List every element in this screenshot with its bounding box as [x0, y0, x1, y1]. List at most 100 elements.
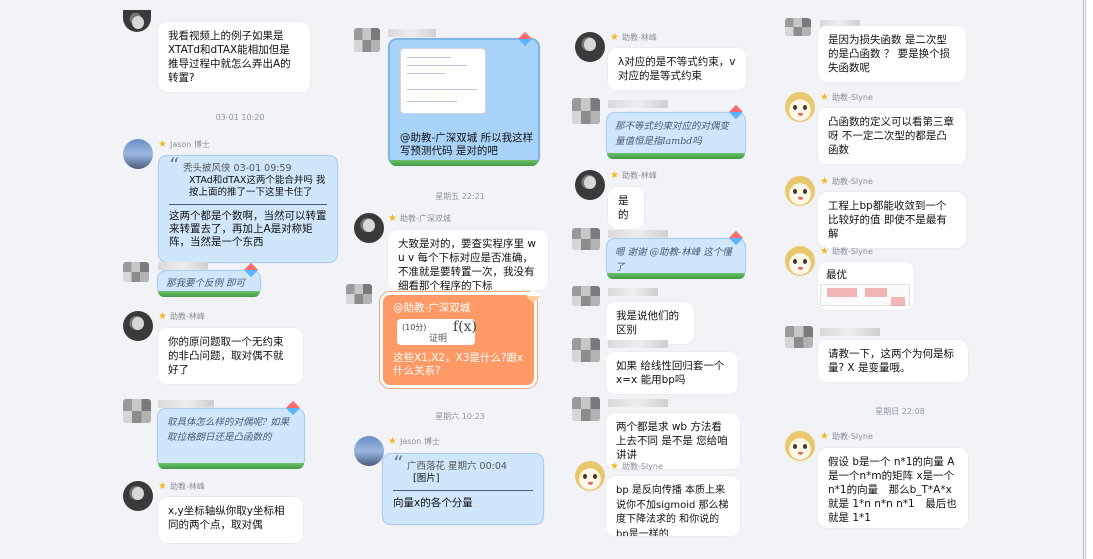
- message-bubble: 是因为损失函数 是二次型的是凸函数 ？ 要是换个损失函数呢: [818, 26, 966, 82]
- quote-author: 广西落花 星期六 00:04: [407, 461, 507, 472]
- star-icon: ★: [820, 245, 829, 257]
- avatar[interactable]: [123, 262, 149, 282]
- avatar[interactable]: [785, 326, 813, 348]
- sender-name-text: Jason 博士: [399, 437, 440, 446]
- avatar[interactable]: [354, 436, 384, 466]
- avatar[interactable]: [123, 139, 153, 169]
- sender-name: ★ 助教-林峰: [610, 32, 657, 43]
- message-bubble: 我看视频上的例子如果是XTATd和dTAX能相加但是推导过程中就怎么弄出A的转置…: [158, 22, 310, 92]
- image-text: 证明: [429, 334, 448, 344]
- kite-icon: [285, 400, 301, 416]
- sender-name: ★ 助教-林峰: [158, 311, 205, 322]
- star-icon: ★: [158, 480, 167, 492]
- message-bubble: x,y坐标轴纵你取y坐标相同的两个点，取对偶: [158, 497, 303, 543]
- avatar[interactable]: [575, 32, 605, 62]
- scrollbar[interactable]: [1085, 0, 1093, 559]
- avatar[interactable]: [572, 397, 600, 421]
- message-text: x,y坐标轴纵你取y坐标相同的两个点，取对偶: [168, 505, 285, 531]
- timestamp: 星期六 10:23: [435, 412, 485, 421]
- message-bubble: 那我要个反例 即可: [157, 262, 261, 297]
- timestamp: 03-01 10:20: [215, 113, 265, 122]
- grass-decoration: [607, 153, 745, 159]
- sender-name-text: 助教-林峰: [621, 171, 657, 180]
- message-bubble: 你的原问题取一个无约束的非凸问题，取对偶不就好了: [158, 328, 303, 384]
- avatar[interactable]: [572, 338, 600, 362]
- sender-name: ★ 助教-林峰: [158, 481, 205, 492]
- sender-name-blurred: [608, 288, 658, 296]
- message-bubble: 我是说他们的区别: [606, 302, 694, 344]
- message-bubble: 如果 给线性回归套一个 x=x 能用bp吗: [606, 352, 738, 394]
- message-bubble: @助教-广深双城 所以我这样写预测代码 是对的吧: [388, 31, 540, 166]
- avatar[interactable]: [346, 284, 372, 304]
- sender-name-text: 助教-Slyne: [831, 177, 873, 186]
- message-text: 如果 给线性回归套一个 x=x 能用bp吗: [616, 360, 725, 386]
- sender-name-blurred: [608, 399, 668, 407]
- avatar[interactable]: [785, 431, 815, 461]
- avatar[interactable]: [575, 170, 605, 200]
- message-text: 是因为损失函数 是二次型的是凸函数 ？ 要是换个损失函数呢: [828, 34, 951, 74]
- avatar[interactable]: [123, 481, 153, 511]
- message-bubble: 是的: [608, 187, 644, 229]
- image-attachment[interactable]: [820, 284, 910, 306]
- sender-name-text: 助教-Slyne: [831, 247, 873, 256]
- message-text: 取具体怎么样的对偶呢? 如果取拉格朗日还是凸函数的: [167, 417, 290, 443]
- timestamp: 星期五 22:21: [435, 192, 485, 201]
- message-text: 我看视频上的例子如果是XTATd和dTAX能相加但是推导过程中就怎么弄出A的转置…: [168, 30, 291, 84]
- sender-name-text: 助教-广深双城: [399, 214, 451, 223]
- avatar[interactable]: [123, 399, 151, 423]
- avatar[interactable]: [572, 286, 600, 306]
- message-text: 你的原问题取一个无约束的非凸问题，取对偶不就好了: [168, 336, 284, 376]
- message-text: 这两个都是个数啊，当然可以转置来转置去了，再加上A是对称矩阵，当然是一个东西: [169, 210, 327, 248]
- sender-name: ★ 助教-Slyne: [610, 461, 663, 472]
- kite-icon: [728, 104, 744, 120]
- avatar[interactable]: [575, 461, 605, 491]
- message-text: 这些X1,X2，X3是什么?跟x什么关系?: [393, 352, 524, 377]
- chat-screenshot-collage: 我看视频上的例子如果是XTATd和dTAX能相加但是推导过程中就怎么弄出A的转置…: [0, 0, 1084, 559]
- sender-name: ★ 助教-Slyne: [820, 246, 873, 257]
- quote-text: [图片]: [413, 473, 440, 484]
- avatar[interactable]: [354, 213, 384, 243]
- image-text: (10分): [402, 323, 427, 332]
- image-attachment[interactable]: (10分) 证明 f(x): [397, 319, 493, 349]
- mention-text[interactable]: @助教-广深双城: [393, 301, 524, 315]
- avatar[interactable]: [785, 92, 815, 122]
- avatar[interactable]: [123, 10, 151, 32]
- message-text: 嗯 谢谢 @助教-林峰 这个懂了: [615, 247, 732, 273]
- message-text: 向量x的各个分量: [393, 497, 473, 509]
- message-bubble: 请教一下，这两个为何是标量? X 是变量哦。: [818, 340, 968, 382]
- sender-name-blurred: [158, 262, 208, 270]
- message-bubble: 那不等式约束对应的对偶变量值恒是指lambd吗: [606, 104, 746, 159]
- sender-name: ★ Jason 博士: [158, 139, 210, 150]
- kite-icon: [517, 31, 533, 47]
- avatar[interactable]: [354, 28, 380, 52]
- sender-name: ★ 助教-林峰: [610, 170, 657, 181]
- image-attachment[interactable]: [400, 48, 486, 114]
- message-bubble: 工程上bp都能收敛到一个比较好的值 即使不是最有解: [818, 192, 966, 248]
- sender-name-blurred: [158, 400, 214, 408]
- sender-name-text: 助教-林峰: [621, 33, 657, 42]
- avatar[interactable]: [572, 98, 600, 124]
- avatar[interactable]: [785, 18, 811, 36]
- grass-decoration: [390, 160, 538, 166]
- sender-name-blurred: [820, 328, 880, 336]
- quote-divider: [393, 490, 533, 491]
- quoted-message[interactable]: 广西落花 星期六 00:04 [图片]: [393, 457, 533, 485]
- timestamp: 星期日 22:08: [875, 407, 925, 416]
- reply-bubble: 广西落花 星期六 00:04 [图片] 向量x的各个分量: [382, 453, 544, 525]
- chat-column-2: @助教-广深双城 所以我这样写预测代码 是对的吧 星期五 22:21 ★ 助教-…: [340, 0, 560, 559]
- avatar[interactable]: [785, 176, 815, 206]
- star-icon: ★: [610, 169, 619, 181]
- message-text: 最优: [826, 269, 847, 281]
- quoted-message[interactable]: 秃头披风侠 03-01 09:59 XTAd和dTAX这两个能合并吗 我按上面的…: [169, 159, 327, 199]
- message-text: 那我要个反例 即可: [166, 278, 246, 289]
- sender-name-text: Jason 博士: [169, 140, 210, 149]
- sender-name: ★ 助教-广深双城: [388, 213, 451, 224]
- message-text: 两个都是求 wb 方法看上去不同 是不是 您给咱讲讲: [616, 421, 728, 461]
- star-icon: ★: [158, 310, 167, 322]
- avatar[interactable]: [785, 246, 815, 276]
- avatar[interactable]: [123, 311, 153, 341]
- message-bubble: 取具体怎么样的对偶呢? 如果取拉格朗日还是凸函数的: [157, 400, 305, 469]
- star-icon: ★: [820, 430, 829, 442]
- message-bubble: 假设 b是一个 n*1的向量 A是一个n*m的矩阵 x是一个n*1的向量 那么b…: [818, 448, 968, 528]
- avatar[interactable]: [572, 228, 600, 250]
